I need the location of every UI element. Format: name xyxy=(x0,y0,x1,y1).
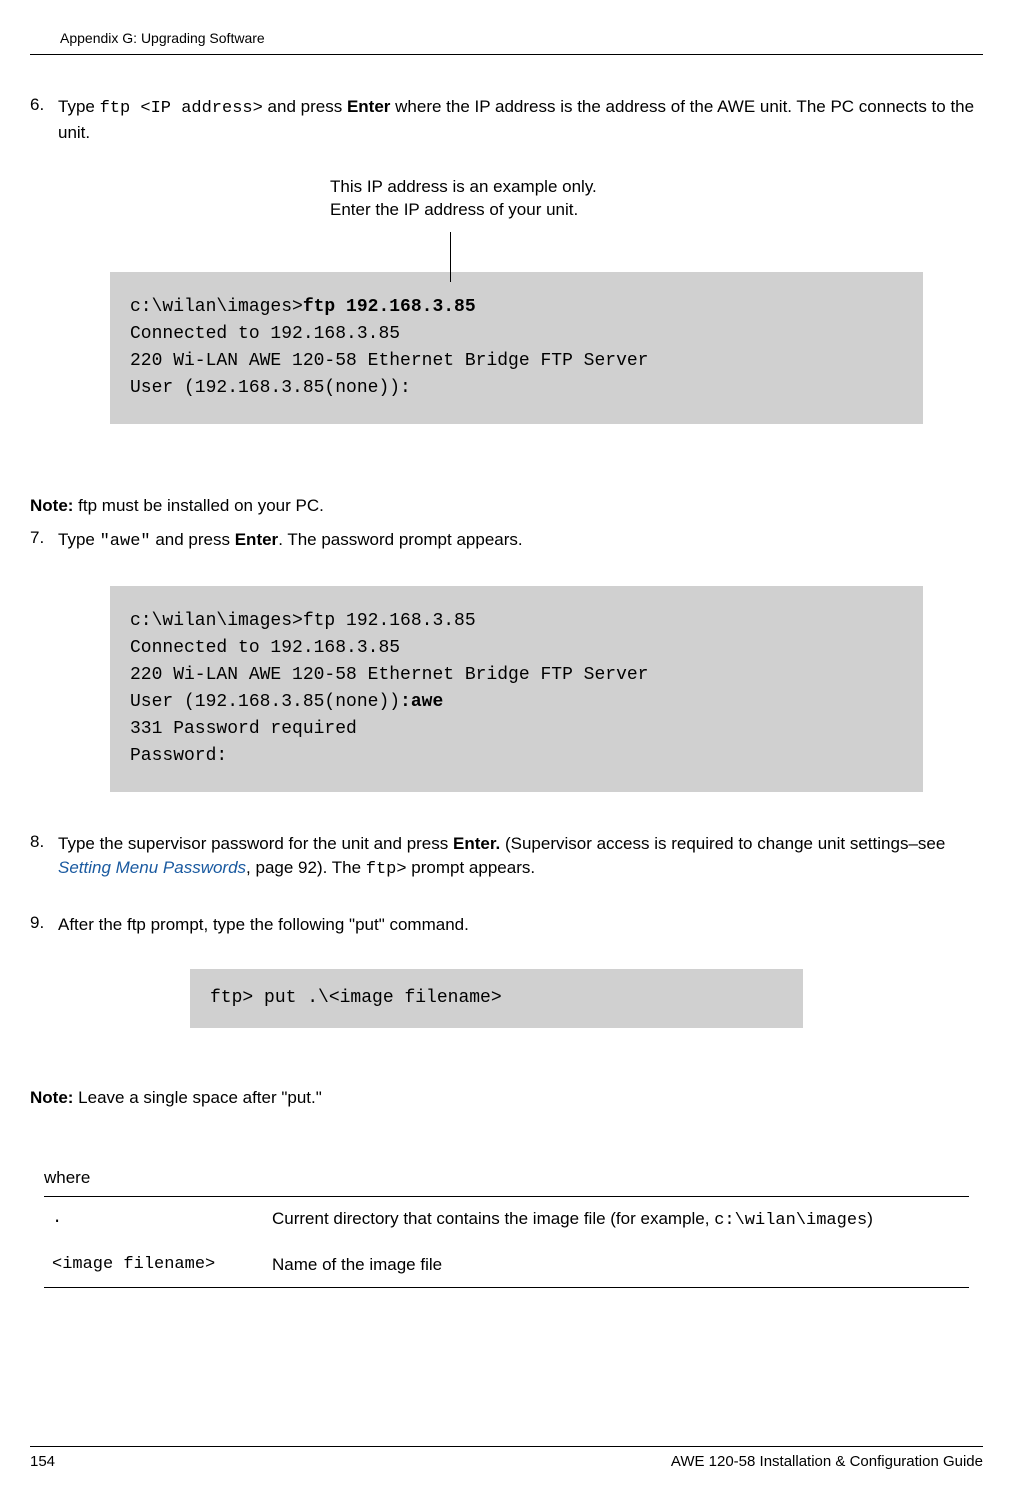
code-prefix: ftp> xyxy=(210,988,264,1008)
code-line: User (192.168.3.85(none)): xyxy=(130,378,411,398)
code-block-2: c:\wilan\images>ftp 192.168.3.85 Connect… xyxy=(110,586,923,792)
page-header: Appendix G: Upgrading Software xyxy=(30,30,983,55)
step-number: 7. xyxy=(30,528,58,554)
code-inline: "awe" xyxy=(100,532,151,551)
text: and press xyxy=(151,530,235,549)
step-number: 9. xyxy=(30,913,58,937)
param-name: <image filename> xyxy=(44,1243,264,1287)
callout-text: This IP address is an example only. Ente… xyxy=(330,175,983,223)
code-line: Password: xyxy=(130,746,227,766)
page-number: 154 xyxy=(30,1453,55,1470)
param-desc: Name of the image file xyxy=(264,1243,969,1287)
param-name: . xyxy=(44,1196,264,1242)
code-line: Connected to 192.168.3.85 xyxy=(130,324,400,344)
code-line: User (192.168.3.85(none)) xyxy=(130,692,400,712)
code-block-3: ftp> put .\<image filename> xyxy=(190,969,803,1028)
code-line: c:\wilan\images>ftp 192.168.3.85 xyxy=(130,611,476,631)
code-command: ftp 192.168.3.85 xyxy=(303,297,476,317)
page-footer: 154 AWE 120-58 Installation & Configurat… xyxy=(30,1446,983,1470)
text: and press xyxy=(263,97,347,116)
code-inline: ftp <IP address> xyxy=(100,99,263,118)
bold-text: Enter xyxy=(235,530,278,549)
text: , page 92). The xyxy=(246,858,366,877)
text: ) xyxy=(867,1209,873,1228)
code-block-1: c:\wilan\images>ftp 192.168.3.85 Connect… xyxy=(110,272,923,424)
callout-pointer-wrap xyxy=(30,232,983,272)
bold-text: Enter xyxy=(347,97,390,116)
step-number: 6. xyxy=(30,95,58,145)
header-title: Appendix G: Upgrading Software xyxy=(60,30,265,46)
code-line: 220 Wi-LAN AWE 120-58 Ethernet Bridge FT… xyxy=(130,351,648,371)
callout-pointer-icon xyxy=(450,232,451,282)
doc-title: AWE 120-58 Installation & Configuration … xyxy=(671,1453,983,1470)
cross-ref-link[interactable]: Setting Menu Passwords xyxy=(58,858,246,877)
where-label: where xyxy=(44,1168,983,1188)
callout-line-1: This IP address is an example only. xyxy=(330,177,597,196)
table-row: <image filename> Name of the image file xyxy=(44,1243,969,1287)
step-6: 6. Type ftp <IP address> and press Enter… xyxy=(30,95,983,145)
code-command: put xyxy=(264,988,296,1008)
callout-line-2: Enter the IP address of your unit. xyxy=(330,200,578,219)
note-label: Note: xyxy=(30,1088,73,1107)
step-8: 8. Type the supervisor password for the … xyxy=(30,832,983,882)
text: Type the supervisor password for the uni… xyxy=(58,834,453,853)
step-text: Type "awe" and press Enter. The password… xyxy=(58,528,983,554)
table-row: . Current directory that contains the im… xyxy=(44,1196,969,1242)
note-2: Note: Leave a single space after "put." xyxy=(30,1086,983,1110)
note-1: Note: ftp must be installed on your PC. xyxy=(30,494,983,518)
text: prompt appears. xyxy=(407,858,536,877)
bold-text: Enter. xyxy=(453,834,500,853)
text: . The password prompt appears. xyxy=(278,530,522,549)
text: Type xyxy=(58,97,100,116)
step-7: 7. Type "awe" and press Enter. The passw… xyxy=(30,528,983,554)
note-label: Note: xyxy=(30,496,73,515)
note-text: Leave a single space after "put." xyxy=(73,1088,321,1107)
note-text: ftp must be installed on your PC. xyxy=(73,496,323,515)
param-desc: Current directory that contains the imag… xyxy=(264,1196,969,1242)
code-suffix: .\<image filename> xyxy=(296,988,501,1008)
page-content: 6. Type ftp <IP address> and press Enter… xyxy=(0,95,1013,1288)
text: Current directory that contains the imag… xyxy=(272,1209,714,1228)
step-9: 9. After the ftp prompt, type the follow… xyxy=(30,913,983,937)
code-bold: :awe xyxy=(400,692,443,712)
step-text: After the ftp prompt, type the following… xyxy=(58,913,983,937)
code-line: Connected to 192.168.3.85 xyxy=(130,638,400,658)
text: (Supervisor access is required to change… xyxy=(500,834,945,853)
code-line: 331 Password required xyxy=(130,719,357,739)
code-prefix: c:\wilan\images> xyxy=(130,297,303,317)
step-text: Type ftp <IP address> and press Enter wh… xyxy=(58,95,983,145)
code-inline: c:\wilan\images xyxy=(714,1211,867,1230)
code-inline: ftp> xyxy=(366,860,407,879)
text: Type xyxy=(58,530,100,549)
step-text: Type the supervisor password for the uni… xyxy=(58,832,983,882)
code-line: 220 Wi-LAN AWE 120-58 Ethernet Bridge FT… xyxy=(130,665,648,685)
parameter-table: . Current directory that contains the im… xyxy=(44,1196,969,1288)
step-number: 8. xyxy=(30,832,58,882)
